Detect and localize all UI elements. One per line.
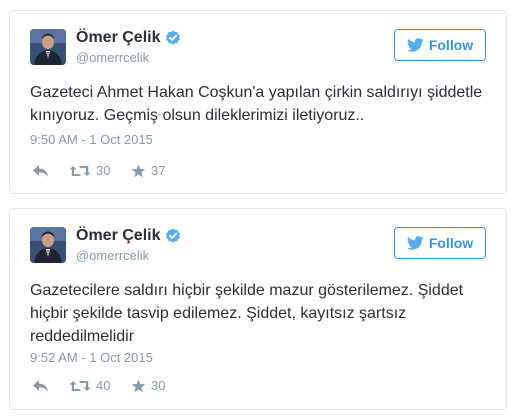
favorite-button[interactable]: 37 xyxy=(131,162,191,180)
verified-icon xyxy=(165,228,181,244)
retweet-count: 30 xyxy=(96,163,111,178)
tweet-actions: 30 37 xyxy=(32,162,191,180)
display-name[interactable]: Ömer Çelik xyxy=(76,28,160,48)
star-icon xyxy=(131,164,146,178)
timestamp[interactable]: 9:52 AM - 1 Oct 2015 xyxy=(30,350,153,366)
bird-icon xyxy=(406,38,424,52)
tweet-text: Gazetecilere saldırı hiçbir şekilde mazu… xyxy=(30,282,464,345)
screen-name[interactable]: @omerrcelik xyxy=(76,49,181,67)
retweet-count: 40 xyxy=(96,378,111,393)
tweet-card: Ömer Çelik @omerrcelik Follow Gazeteci A… xyxy=(9,10,507,194)
user-block[interactable]: Ömer Çelik @omerrcelik xyxy=(76,28,181,67)
tweet-text: Gazeteci Ahmet Hakan Coşkun'a yapılan çi… xyxy=(30,84,483,124)
follow-label: Follow xyxy=(428,235,474,251)
retweet-icon xyxy=(69,379,91,393)
favorite-count: 30 xyxy=(151,378,166,393)
timestamp[interactable]: 9:50 AM - 1 Oct 2015 xyxy=(30,132,153,148)
reply-button[interactable] xyxy=(32,164,69,178)
favorite-button[interactable]: 30 xyxy=(131,377,191,395)
display-name[interactable]: Ömer Çelik xyxy=(76,226,160,246)
retweet-button[interactable]: 30 xyxy=(69,162,131,180)
star-icon xyxy=(131,379,146,393)
avatar[interactable] xyxy=(30,227,66,263)
follow-button[interactable]: Follow xyxy=(394,227,486,259)
follow-button[interactable]: Follow xyxy=(394,29,486,61)
retweet-button[interactable]: 40 xyxy=(69,377,131,395)
screen-name[interactable]: @omerrcelik xyxy=(76,247,181,265)
reply-button[interactable] xyxy=(32,379,69,393)
user-block[interactable]: Ömer Çelik @omerrcelik xyxy=(76,226,181,265)
retweet-icon xyxy=(69,164,91,178)
bird-icon xyxy=(406,236,424,250)
avatar[interactable] xyxy=(30,29,66,65)
follow-label: Follow xyxy=(428,37,474,53)
tweet-card: Ömer Çelik @omerrcelik Follow Gazetecile… xyxy=(9,208,507,410)
reply-icon xyxy=(32,379,49,393)
tweet-actions: 40 30 xyxy=(32,377,191,395)
verified-icon xyxy=(165,30,181,46)
reply-icon xyxy=(32,164,49,178)
favorite-count: 37 xyxy=(151,163,166,178)
